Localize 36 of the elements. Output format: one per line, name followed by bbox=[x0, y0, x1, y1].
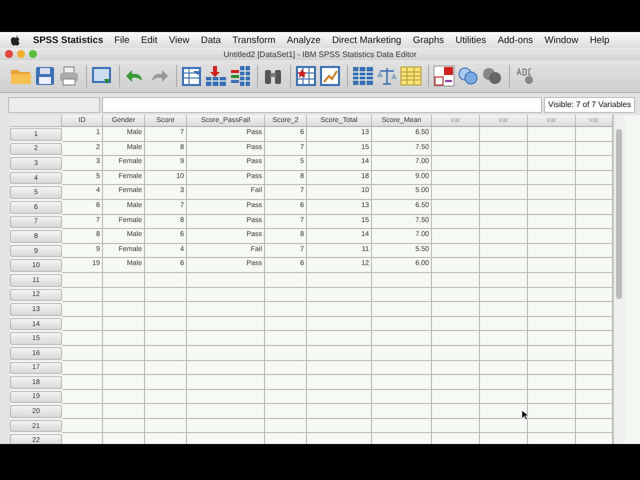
circles-icon[interactable] bbox=[457, 65, 479, 87]
save-icon[interactable] bbox=[34, 65, 56, 87]
scrollbar-thumb[interactable] bbox=[616, 129, 622, 299]
menu-item[interactable]: Edit bbox=[141, 34, 158, 46]
vertical-scrollbar[interactable] bbox=[613, 115, 625, 444]
mouse-pointer-icon bbox=[521, 409, 529, 421]
value-labels-icon[interactable] bbox=[433, 65, 455, 87]
menu-item[interactable]: Analyze bbox=[286, 34, 321, 46]
menu-item[interactable]: Graphs bbox=[412, 34, 444, 46]
print-icon[interactable] bbox=[58, 65, 80, 87]
window-title: Untitled2 [DataSet1] - IBM SPSS Statistics Data Editor bbox=[224, 50, 416, 58]
menu-item[interactable]: Transform bbox=[232, 34, 276, 46]
menu-item[interactable]: View bbox=[168, 34, 190, 46]
menu-item[interactable]: Add-ons bbox=[498, 34, 534, 46]
table-chart-icon[interactable] bbox=[319, 65, 341, 87]
menu-item[interactable]: Data bbox=[200, 34, 221, 46]
menu-item[interactable]: Window bbox=[544, 34, 578, 46]
menu-item[interactable]: Direct Marketing bbox=[332, 34, 402, 46]
cell-reference-field[interactable] bbox=[8, 97, 100, 113]
balance-scale-icon[interactable] bbox=[376, 65, 398, 87]
spell-check-icon[interactable] bbox=[514, 65, 536, 87]
columns-icon[interactable] bbox=[229, 65, 251, 87]
app-menu[interactable]: SPSS Statistics bbox=[33, 34, 104, 46]
spreadsheet-icon[interactable] bbox=[400, 65, 422, 87]
apple-logo-icon[interactable] bbox=[10, 34, 21, 46]
close-button[interactable] bbox=[5, 50, 13, 58]
menu-item[interactable]: Help bbox=[590, 34, 610, 46]
menu-item[interactable]: Utilities bbox=[456, 34, 486, 46]
visible-variables-label: Visible: 7 of 7 Variables bbox=[544, 97, 635, 113]
table-star-icon[interactable] bbox=[295, 65, 317, 87]
table-down-arrow-icon[interactable] bbox=[205, 65, 227, 87]
menu-item[interactable]: File bbox=[114, 34, 130, 46]
filled-circles-icon[interactable] bbox=[481, 65, 503, 87]
table-arrow-icon[interactable] bbox=[181, 65, 203, 87]
cell-value-field[interactable] bbox=[102, 97, 542, 113]
table-icon[interactable] bbox=[352, 65, 374, 87]
